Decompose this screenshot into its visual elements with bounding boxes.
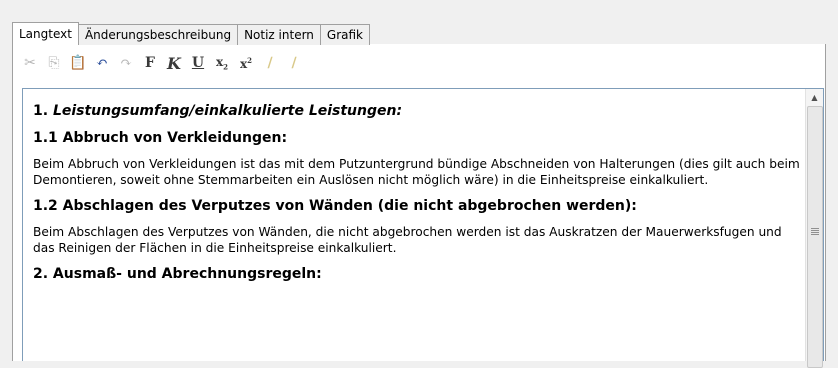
tab-grafik[interactable]: Grafik bbox=[319, 24, 370, 45]
vertical-scrollbar[interactable]: ▲ bbox=[805, 89, 823, 368]
formatting-toolbar: ✂ ⎘ 📋 ↶ ↷ F K U x2 x2 ∕ ∕ bbox=[18, 50, 306, 76]
highlight-color-icon[interactable]: ∕ bbox=[282, 52, 306, 74]
section-2-heading: 2. Ausmaß- und Abrechnungsregeln: bbox=[33, 266, 322, 282]
section-1-1-text: Beim Abbruch von Verkleidungen ist das m… bbox=[33, 157, 800, 187]
tab-bar: Langtext Änderungsbeschreibung Notiz int… bbox=[12, 22, 370, 45]
bold-button[interactable]: F bbox=[138, 52, 162, 74]
tab-aenderungsbeschreibung[interactable]: Änderungsbeschreibung bbox=[77, 24, 239, 45]
italic-label: K bbox=[167, 53, 181, 73]
tab-langtext[interactable]: Langtext bbox=[12, 22, 79, 45]
section-1-title: Leistungsumfang/einkalkulierte Leistunge… bbox=[52, 103, 403, 119]
paste-icon[interactable]: 📋 bbox=[66, 52, 90, 74]
subscript-button[interactable]: x2 bbox=[210, 52, 234, 74]
undo-icon[interactable]: ↶ bbox=[90, 52, 114, 74]
section-1-1-heading: 1.1 Abbruch von Verkleidungen: bbox=[33, 130, 288, 146]
italic-button[interactable]: K bbox=[162, 52, 186, 74]
bold-label: F bbox=[145, 55, 155, 71]
cut-icon[interactable]: ✂ bbox=[18, 52, 42, 74]
copy-icon[interactable]: ⎘ bbox=[42, 52, 66, 74]
scrollbar-thumb[interactable] bbox=[807, 106, 823, 368]
superscript-button[interactable]: x2 bbox=[234, 52, 258, 74]
section-1-2-heading: 1.2 Abschlagen des Verputzes von Wänden … bbox=[33, 198, 637, 214]
superscript-mark: 2 bbox=[247, 55, 253, 65]
section-1-2-text: Beim Abschlagen des Verputzes von Wänden… bbox=[33, 225, 782, 255]
scroll-up-icon[interactable]: ▲ bbox=[806, 89, 823, 106]
highlight-icon[interactable]: ∕ bbox=[258, 52, 282, 74]
grip-icon bbox=[811, 228, 819, 235]
tab-notiz-intern[interactable]: Notiz intern bbox=[237, 24, 321, 45]
subscript-mark: 2 bbox=[223, 62, 229, 72]
section-1-heading: 1. Leistungsumfang/einkalkulierte Leistu… bbox=[33, 103, 803, 119]
document-content: 1. Leistungsumfang/einkalkulierte Leistu… bbox=[33, 103, 803, 293]
section-1-number: 1. bbox=[33, 103, 53, 119]
redo-icon[interactable]: ↷ bbox=[114, 52, 138, 74]
underline-button[interactable]: U bbox=[186, 52, 210, 74]
rich-text-editor[interactable]: 1. Leistungsumfang/einkalkulierte Leistu… bbox=[22, 88, 824, 368]
underline-label: U bbox=[191, 55, 205, 71]
